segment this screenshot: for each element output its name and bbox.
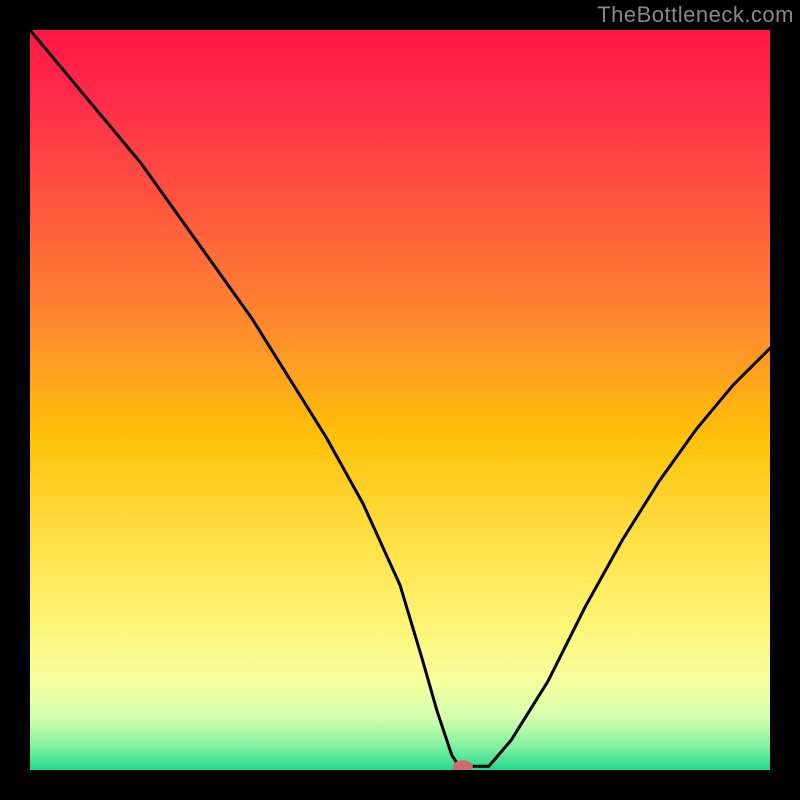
watermark-text: TheBottleneck.com	[597, 2, 794, 28]
gradient-background	[30, 30, 770, 770]
chart-container: TheBottleneck.com	[0, 0, 800, 800]
plot-area	[30, 30, 770, 770]
plot-svg	[30, 30, 770, 770]
